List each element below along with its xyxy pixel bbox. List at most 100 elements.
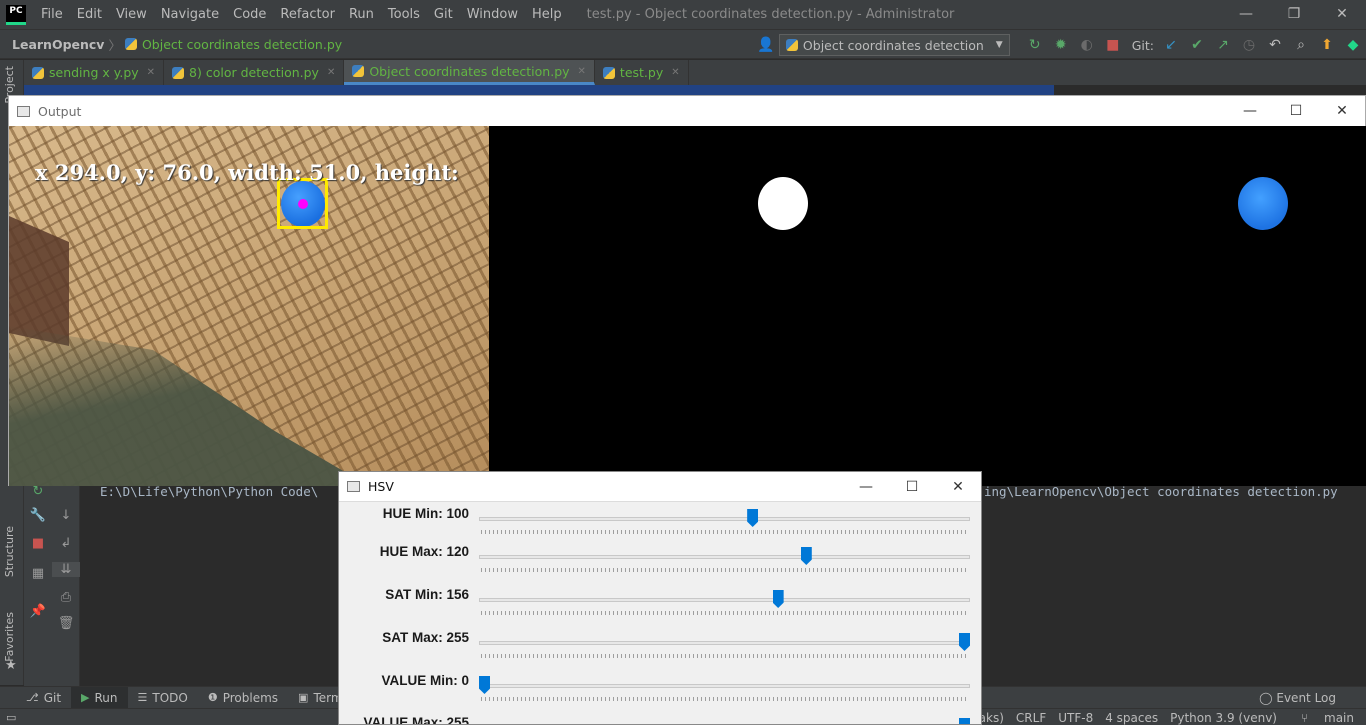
problems-icon: ❶ — [207, 691, 218, 704]
code-editor[interactable] — [24, 85, 1366, 95]
trackbar-thumb[interactable] — [800, 547, 812, 565]
menu-file[interactable]: File — [34, 7, 70, 22]
trackbar-thumb[interactable] — [772, 590, 784, 608]
close-icon[interactable]: ✕ — [671, 67, 679, 78]
breadcrumb-file-label: Object coordinates detection.py — [141, 36, 343, 52]
breadcrumb-file[interactable]: Object coordinates detection.py — [124, 36, 343, 52]
tab-color-detection[interactable]: 8) color detection.py ✕ — [164, 60, 345, 85]
run-configuration-select[interactable]: Object coordinates detection ▼ — [778, 34, 1010, 56]
update-icon[interactable]: ⬆ — [1314, 37, 1340, 53]
tab-sending-x-y[interactable]: sending x y.py ✕ — [24, 60, 165, 85]
menu-view[interactable]: View — [109, 7, 154, 22]
indent-status[interactable]: 4 spaces — [1105, 711, 1158, 725]
menu-window[interactable]: Window — [460, 7, 525, 22]
interpreter-status[interactable]: Python 3.9 (venv) — [1170, 711, 1277, 725]
stop-icon[interactable]: ■ — [1100, 37, 1126, 53]
trackbar-thumb[interactable] — [959, 718, 970, 724]
trackbar-thumb[interactable] — [959, 633, 970, 651]
tab-todo-label: TODO — [152, 690, 188, 705]
tab-object-coordinates[interactable]: Object coordinates detection.py ✕ — [344, 60, 595, 85]
chevron-down-icon: ▼ — [995, 40, 1003, 50]
hsv-window-titlebar[interactable]: HSV — ☐ ✕ — [339, 472, 981, 502]
output-window-titlebar[interactable]: Output — ☐ ✕ — [9, 96, 1365, 126]
run-toolbar: ↻ 🔧 ↓ ■ ↲ ▦ ⇊ 📌 ⎙ 🗑 — [24, 484, 80, 686]
structure-tool-label[interactable]: Structure — [3, 526, 16, 577]
git-icon: ⎇ — [26, 691, 39, 704]
close-button[interactable]: ✕ — [1318, 0, 1366, 29]
rerun-icon[interactable]: ↻ — [1022, 37, 1048, 53]
trackbar-track[interactable] — [479, 555, 970, 559]
close-button[interactable]: ✕ — [935, 472, 981, 502]
scroll-to-end-icon[interactable]: ⇊ — [52, 562, 80, 577]
trackbar-sat-min: SAT Min: 156 — [339, 587, 981, 627]
output-window-title: Output — [38, 103, 82, 119]
trackbar-label: HUE Min: 100 — [382, 506, 469, 521]
print-icon[interactable]: ⎙ — [52, 590, 80, 605]
maximize-button[interactable]: ☐ — [1273, 96, 1319, 126]
trackbar-track[interactable] — [479, 641, 970, 645]
close-icon[interactable]: ✕ — [147, 67, 155, 78]
desktop: PC File Edit View Navigate Code Refactor… — [0, 0, 1366, 725]
restore-button[interactable]: ❐ — [1270, 0, 1318, 29]
stop-icon[interactable]: ■ — [24, 536, 52, 551]
minimize-button[interactable]: — — [1222, 0, 1270, 29]
search-icon[interactable]: ⌕ — [1288, 37, 1314, 53]
trackbar-track[interactable] — [479, 517, 970, 521]
trackbar-label: SAT Min: 156 — [385, 587, 469, 602]
close-icon[interactable]: ✕ — [578, 66, 586, 77]
minimize-button[interactable]: — — [843, 472, 889, 502]
wrench-icon[interactable]: 🔧 — [24, 508, 52, 523]
user-icon[interactable]: 👤 — [753, 37, 779, 53]
menu-edit[interactable]: Edit — [70, 7, 109, 22]
tab-todo[interactable]: ☰ TODO — [128, 687, 198, 709]
tab-run[interactable]: ▶ Run — [71, 686, 128, 709]
trackbar-thumb[interactable] — [479, 676, 490, 694]
tab-test[interactable]: test.py ✕ — [595, 60, 689, 85]
breadcrumb-project[interactable]: LearnOpencv — [12, 37, 104, 52]
pin-icon[interactable]: 📌 — [24, 604, 52, 619]
git-commit-icon[interactable]: ✔ — [1184, 37, 1210, 53]
trackbar-value-max: VALUE Max: 255 — [339, 715, 981, 724]
menu-navigate[interactable]: Navigate — [154, 7, 226, 22]
favorites-tool-label[interactable]: Favorites — [3, 612, 16, 662]
toolbar-right: 👤 Object coordinates detection ▼ ↻ ✹ ◐ ■… — [753, 30, 1366, 60]
menu-code[interactable]: Code — [226, 7, 273, 22]
close-icon[interactable]: ✕ — [327, 67, 335, 78]
coverage-icon[interactable]: ◐ — [1074, 37, 1100, 53]
menu-help[interactable]: Help — [525, 7, 569, 22]
jetbrains-icon[interactable]: ◆ — [1340, 37, 1366, 53]
trash-icon[interactable]: 🗑 — [52, 616, 80, 631]
window-icon — [17, 105, 30, 117]
python-file-icon — [124, 38, 137, 50]
mask-and-result-frame — [489, 126, 1366, 486]
tab-git[interactable]: ⎇ Git — [16, 687, 71, 709]
arrow-down-icon[interactable]: ↓ — [52, 508, 80, 523]
rollback-icon[interactable]: ↶ — [1262, 37, 1288, 53]
menu-tools[interactable]: Tools — [381, 7, 427, 22]
history-icon[interactable]: ◷ — [1236, 37, 1262, 53]
camera-wood-region — [9, 216, 69, 346]
debug-icon[interactable]: ✹ — [1048, 37, 1074, 53]
mask-blob — [758, 177, 808, 230]
run-icon: ▶ — [81, 691, 90, 704]
git-push-icon[interactable]: ↗ — [1210, 37, 1236, 53]
encoding-status[interactable]: UTF-8 — [1058, 711, 1093, 725]
maximize-button[interactable]: ☐ — [889, 472, 935, 502]
rerun-icon[interactable]: ↻ — [24, 484, 52, 499]
branch-status[interactable]: ⑂ main — [1289, 711, 1354, 725]
soft-wrap-icon[interactable]: ↲ — [52, 536, 80, 551]
close-button[interactable]: ✕ — [1319, 96, 1365, 126]
trackbar-thumb[interactable] — [747, 509, 759, 527]
minimize-button[interactable]: — — [1227, 96, 1273, 126]
trackbar-track[interactable] — [479, 598, 970, 602]
git-update-icon[interactable]: ↙ — [1158, 37, 1184, 53]
menu-run[interactable]: Run — [342, 7, 381, 22]
line-separator-status[interactable]: CRLF — [1016, 711, 1046, 725]
layout-icon[interactable]: ▦ — [24, 566, 52, 581]
trackbar-track[interactable] — [479, 684, 970, 688]
tab-problems[interactable]: ❶ Problems — [198, 687, 288, 709]
event-log-button[interactable]: ◯ Event Log — [1259, 687, 1336, 709]
menu-refactor[interactable]: Refactor — [273, 7, 342, 22]
menu-git[interactable]: Git — [427, 7, 460, 22]
status-icon[interactable]: ▭ — [6, 711, 16, 724]
